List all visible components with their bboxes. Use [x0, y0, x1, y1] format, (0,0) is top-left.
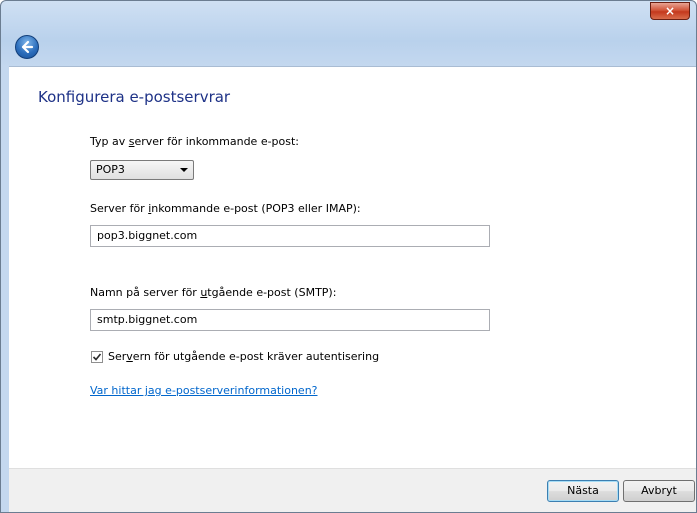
incoming-type-label: Typ av server för inkommande e-post: — [90, 135, 300, 148]
dialog-window: × Konfigurera e-postservrar Typ av serve… — [0, 0, 697, 513]
content-area: Konfigurera e-postservrar Typ av server … — [9, 66, 696, 469]
close-button[interactable]: × — [650, 2, 690, 20]
outgoing-server-input[interactable]: smtp.biggnet.com — [90, 309, 490, 331]
next-button[interactable]: Nästa — [547, 480, 619, 502]
back-arrow-icon — [21, 40, 34, 54]
incoming-type-select[interactable]: POP3 — [90, 160, 194, 180]
incoming-server-label: Server för inkommande e-post (POP3 eller… — [90, 202, 361, 215]
auth-checkbox[interactable] — [91, 351, 103, 363]
help-link[interactable]: Var hittar jag e-postserverinformationen… — [90, 384, 318, 397]
footer-bar: Nästa Avbryt — [9, 468, 696, 512]
incoming-server-input[interactable]: pop3.biggnet.com — [90, 225, 490, 247]
close-icon: × — [664, 4, 676, 18]
back-button[interactable] — [15, 35, 39, 59]
outgoing-server-label: Namn på server för utgående e-post (SMTP… — [90, 286, 337, 299]
cancel-button[interactable]: Avbryt — [623, 480, 695, 502]
checkmark-icon — [92, 353, 102, 361]
chevron-down-icon — [180, 168, 188, 172]
incoming-type-value: POP3 — [96, 163, 125, 176]
auth-checkbox-label[interactable]: Servern för utgående e-post kräver auten… — [108, 350, 379, 363]
page-title: Konfigurera e-postservrar — [38, 88, 231, 106]
